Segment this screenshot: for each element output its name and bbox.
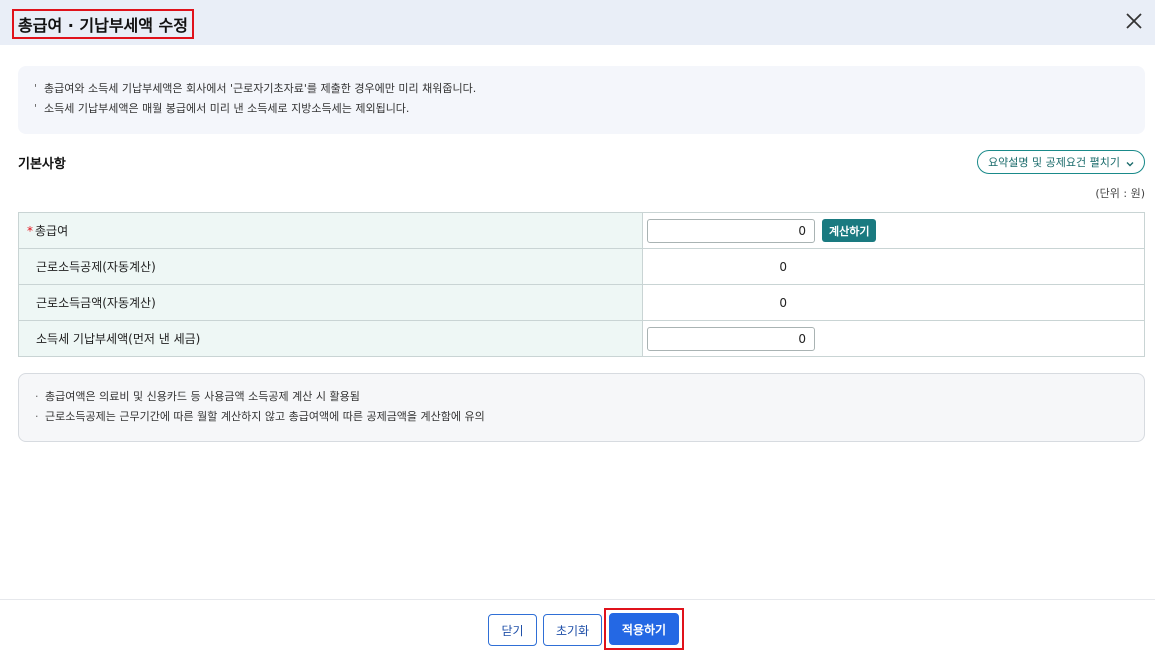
info-box: · 총급여액은 의료비 및 신용카드 등 사용금액 소득공제 계산 시 활용됨 ·…	[18, 373, 1145, 442]
required-mark: *	[27, 223, 33, 238]
notice-line: ' 소득세 기납부세액은 매월 봉급에서 미리 낸 소득세로 지방소득세는 제외됩…	[34, 102, 410, 115]
close-button[interactable]: 닫기	[488, 614, 537, 646]
prepaid-tax-input[interactable]	[647, 326, 815, 351]
dialog-title: 총급여 · 기납부세액 수정	[18, 16, 188, 35]
row-label: * 총급여	[19, 213, 643, 248]
unit-label: (단위 : 원)	[1095, 187, 1145, 200]
section-title: 기본사항	[18, 157, 66, 172]
table-row: 근로소득공제(자동계산) 0	[19, 249, 1145, 285]
notice-box: ' 총급여와 소득세 기납부세액은 회사에서 '근로자기초자료'를 제출한 경우에…	[18, 66, 1145, 134]
dialog-footer: 닫기 초기화 적용하기	[0, 599, 1155, 656]
table-row: * 총급여 계산하기	[19, 213, 1145, 249]
basic-info-table: * 총급여 계산하기 근로소득공제(자동계산) 0 근로소득금액(자동계산) 0…	[18, 212, 1145, 357]
summary-toggle-button[interactable]: 요약설명 및 공제요건 펼치기	[977, 150, 1145, 174]
chevron-down-icon	[1126, 158, 1134, 167]
title-highlight-box: 총급여 · 기납부세액 수정	[12, 9, 194, 39]
table-row: 근로소득금액(자동계산) 0	[19, 285, 1145, 321]
row-value: 0	[643, 249, 1145, 284]
calculate-button[interactable]: 계산하기	[822, 219, 877, 242]
total-salary-input[interactable]	[647, 218, 815, 243]
earned-income-deduction-value: 0	[779, 259, 787, 274]
row-value	[643, 321, 1145, 356]
info-line: · 근로소득공제는 근무기간에 따른 월할 계산하지 않고 총급여액에 따른 공제…	[35, 410, 485, 423]
row-label: 근로소득공제(자동계산)	[19, 249, 643, 284]
close-icon[interactable]	[1123, 10, 1145, 32]
row-label: 근로소득금액(자동계산)	[19, 285, 643, 320]
info-line: · 총급여액은 의료비 및 신용카드 등 사용금액 소득공제 계산 시 활용됨	[35, 390, 360, 403]
row-value: 계산하기	[643, 213, 1145, 248]
summary-toggle-label: 요약설명 및 공제요건 펼치기	[988, 156, 1120, 169]
row-label: 소득세 기납부세액(먼저 낸 세금)	[19, 321, 643, 356]
row-value: 0	[643, 285, 1145, 320]
notice-line: ' 총급여와 소득세 기납부세액은 회사에서 '근로자기초자료'를 제출한 경우에…	[34, 82, 477, 95]
earned-income-amount-value: 0	[779, 295, 787, 310]
reset-button[interactable]: 초기화	[543, 614, 602, 646]
apply-button[interactable]: 적용하기	[609, 613, 679, 645]
table-row: 소득세 기납부세액(먼저 낸 세금)	[19, 321, 1145, 357]
dialog-header: 총급여 · 기납부세액 수정	[0, 0, 1155, 45]
